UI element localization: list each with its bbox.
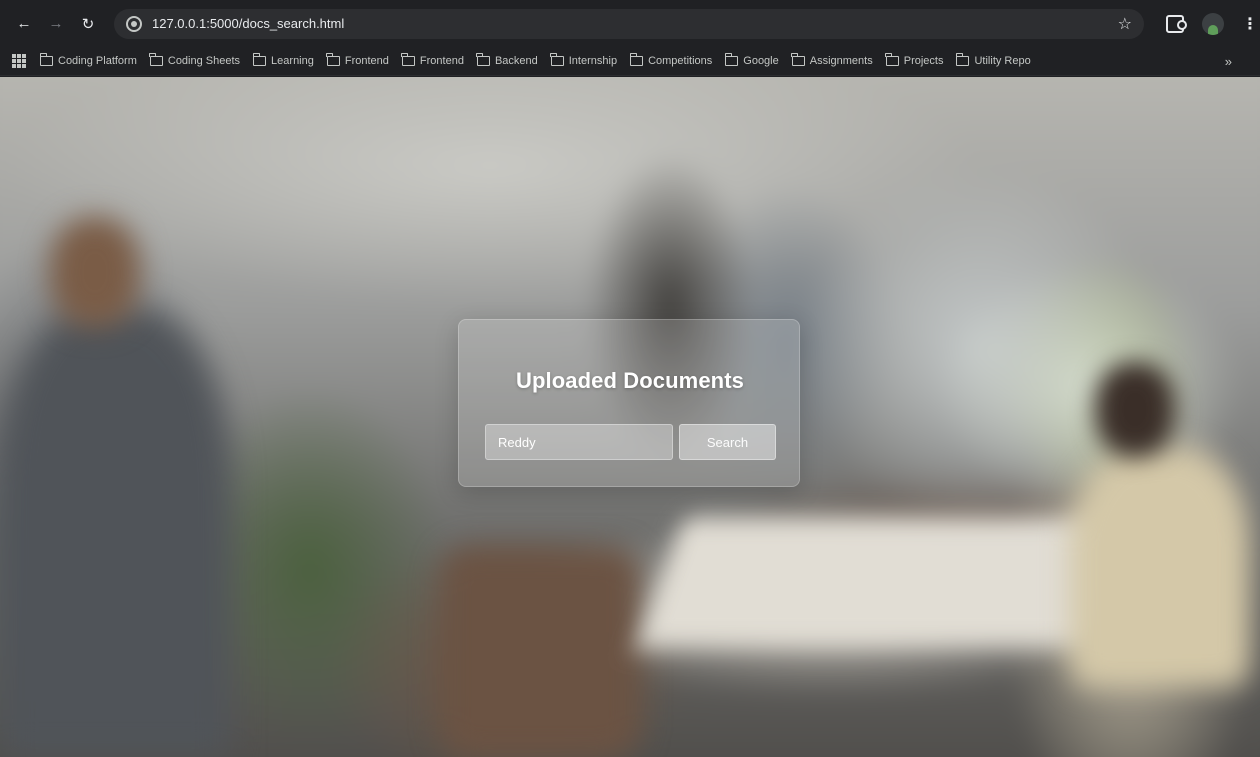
folder-icon xyxy=(550,53,564,66)
bookmark-label: Coding Platform xyxy=(58,55,137,67)
bookmark-folder[interactable]: Projects xyxy=(885,53,944,67)
folder-icon xyxy=(476,53,490,66)
bookmark-folder[interactable]: Frontend xyxy=(326,53,389,67)
page-viewport: Uploaded Documents Search xyxy=(0,77,1260,757)
bookmark-folder[interactable]: Google xyxy=(724,53,779,67)
search-input[interactable] xyxy=(485,424,673,460)
background-table xyxy=(636,517,1144,647)
folder-icon xyxy=(791,53,805,66)
bookmark-label: Backend xyxy=(494,55,538,67)
bookmarks-bar: Coding Platform Coding Sheets Learning F… xyxy=(0,47,1260,76)
bookmark-label: Internship xyxy=(568,55,618,67)
forward-arrow-icon[interactable]: → xyxy=(44,12,68,36)
folder-icon xyxy=(724,53,739,66)
folder-icon xyxy=(401,53,415,66)
bookmark-folder[interactable]: Coding Sheets xyxy=(149,53,241,67)
bookmark-label: Google xyxy=(743,55,779,67)
documents-search-card: Uploaded Documents Search xyxy=(458,319,800,487)
bookmark-label: Coding Sheets xyxy=(167,55,241,67)
folder-icon xyxy=(39,53,53,66)
extensions-icon[interactable] xyxy=(1166,14,1187,33)
bookmark-label: Utility Repo xyxy=(974,55,1031,67)
bookmark-label: Assignments xyxy=(809,55,873,67)
url-text[interactable]: 127.0.0.1:5000/docs_search.html xyxy=(152,16,1110,31)
bookmark-folder[interactable]: Utility Repo xyxy=(955,53,1031,67)
folder-icon xyxy=(885,53,899,66)
bookmark-folder[interactable]: Frontend xyxy=(401,53,464,67)
toolbar-icons: ⋮ xyxy=(1166,12,1258,35)
address-bar[interactable]: 127.0.0.1:5000/docs_search.html ☆ xyxy=(114,8,1144,39)
bookmark-label: Frontend xyxy=(344,55,389,67)
folder-icon xyxy=(149,53,163,66)
bookmark-folder[interactable]: Assignments xyxy=(791,53,873,67)
profile-avatar[interactable] xyxy=(1202,12,1224,35)
background-person-left-head xyxy=(50,217,140,327)
folder-icon xyxy=(326,53,340,66)
bookmark-folder[interactable]: Learning xyxy=(252,53,314,67)
page-title: Uploaded Documents xyxy=(516,368,744,393)
folder-icon xyxy=(629,53,644,66)
bookmark-label: Frontend xyxy=(419,55,464,67)
back-arrow-icon[interactable]: ← xyxy=(12,12,36,36)
bookmark-folder[interactable]: Backend xyxy=(476,53,538,67)
bookmark-folder[interactable]: Coding Platform xyxy=(39,53,137,67)
background-chair xyxy=(440,547,640,757)
folder-icon xyxy=(252,53,267,66)
site-info-icon[interactable] xyxy=(126,15,142,32)
bookmark-label: Projects xyxy=(903,55,944,67)
browser-toolbar: ← → ↻ 127.0.0.1:5000/docs_search.html ☆ … xyxy=(0,0,1260,47)
apps-grid-icon[interactable] xyxy=(12,54,26,68)
bookmark-folder[interactable]: Competitions xyxy=(629,53,713,67)
bookmark-label: Learning xyxy=(271,55,314,67)
search-button[interactable]: Search xyxy=(679,424,776,460)
bookmarks-overflow-icon[interactable]: » xyxy=(1225,54,1232,69)
bookmark-folder[interactable]: Internship xyxy=(550,53,618,67)
background-person-left xyxy=(0,307,230,757)
folder-icon xyxy=(955,53,970,66)
background-person-right-head xyxy=(1095,362,1175,457)
menu-dots-icon[interactable]: ⋮ xyxy=(1242,14,1258,34)
star-icon[interactable]: ☆ xyxy=(1118,14,1132,34)
background-person-right xyxy=(1070,447,1250,687)
bookmark-label: Competitions xyxy=(648,55,713,67)
reload-icon[interactable]: ↻ xyxy=(76,12,100,36)
